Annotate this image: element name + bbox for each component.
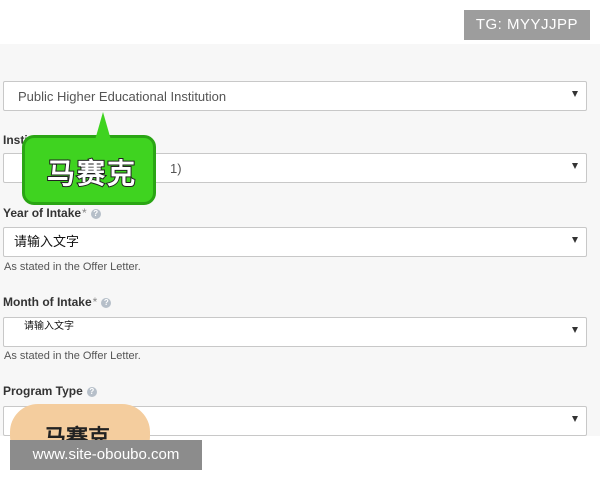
year-of-intake-overlay-text: 请输入文字 bbox=[14, 234, 80, 249]
institution-name-value: 1) bbox=[170, 161, 182, 176]
question-circle-icon[interactable]: ? bbox=[101, 298, 112, 308]
program-type-label: Program Type? bbox=[3, 384, 97, 398]
mosaic-sticker-green: 马赛克 bbox=[22, 112, 156, 205]
question-circle-icon[interactable]: ? bbox=[90, 209, 101, 219]
month-of-intake-select[interactable] bbox=[3, 317, 587, 347]
required-marker: * bbox=[82, 206, 87, 220]
month-of-intake-label-text: Month of Intake bbox=[3, 295, 92, 309]
caret-down-icon bbox=[572, 91, 578, 97]
caret-down-icon bbox=[572, 163, 578, 169]
site-watermark: www.site-oboubo.com bbox=[10, 440, 202, 470]
caret-down-icon bbox=[572, 416, 578, 422]
caret-down-icon bbox=[572, 327, 578, 333]
year-of-intake-select[interactable] bbox=[3, 227, 587, 257]
year-of-intake-label-text: Year of Intake bbox=[3, 206, 82, 220]
question-circle-icon[interactable]: ? bbox=[86, 387, 97, 397]
program-type-label-text: Program Type bbox=[3, 384, 83, 398]
month-of-intake-hint: As stated in the Offer Letter. bbox=[4, 350, 141, 362]
year-of-intake-label: Year of Intake*? bbox=[3, 206, 101, 220]
year-of-intake-hint: As stated in the Offer Letter. bbox=[4, 261, 141, 273]
required-marker: * bbox=[92, 295, 98, 309]
month-of-intake-overlay-text: 请输入文字 bbox=[24, 321, 74, 332]
caret-down-icon bbox=[572, 237, 578, 243]
month-of-intake-label: Month of Intake*? bbox=[3, 295, 112, 309]
institution-type-value: Public Higher Educational Institution bbox=[18, 89, 227, 104]
tg-badge: TG: MYYJJPP bbox=[463, 10, 590, 40]
sticker-tail bbox=[95, 112, 111, 140]
mosaic-sticker-green-text: 马赛克 bbox=[46, 156, 138, 191]
institution-type-select[interactable]: Public Higher Educational Institution bbox=[3, 81, 587, 111]
